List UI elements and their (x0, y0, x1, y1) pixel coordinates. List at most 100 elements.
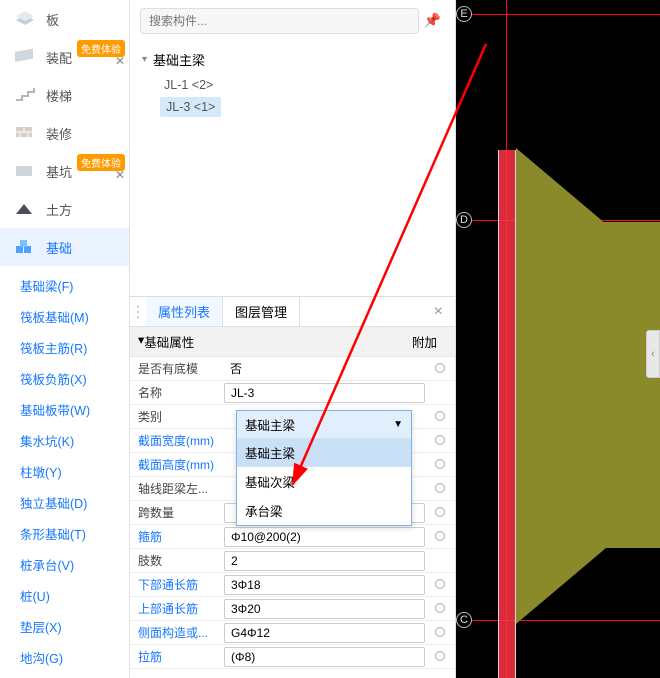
prop-append-radio[interactable] (425, 408, 455, 426)
prop-input[interactable] (224, 647, 425, 667)
close-icon[interactable]: × (422, 303, 455, 321)
beam-element[interactable] (498, 150, 516, 678)
prop-input[interactable] (224, 527, 425, 547)
prop-section-header[interactable]: ▾ 基础属性 附加 (130, 327, 455, 357)
slab-element[interactable] (516, 548, 606, 624)
pin-icon[interactable]: 📌 (424, 12, 441, 29)
sub-item[interactable]: 独立基础(D) (20, 487, 129, 518)
chevron-down-icon: ▼ (393, 419, 403, 430)
panels-icon (14, 48, 36, 66)
tab-layers[interactable]: 图层管理 (223, 297, 300, 326)
prop-input[interactable] (224, 599, 425, 619)
dropdown-option[interactable]: 承台梁 (237, 496, 411, 525)
prop-value-cell (224, 599, 425, 619)
prop-label: 名称 (130, 384, 224, 401)
prop-append-radio[interactable] (425, 648, 455, 666)
cat-label: 楼梯 (46, 86, 72, 105)
dropdown-option[interactable]: 基础主梁 (237, 438, 411, 467)
dropdown-option[interactable]: 基础次梁 (237, 467, 411, 496)
grid-bubble[interactable]: E (456, 6, 472, 22)
cat-item-earth[interactable]: 土方 (0, 190, 129, 228)
cat-item-pit[interactable]: 免费体验 ✕ 基坑 (0, 152, 129, 190)
collapse-handle[interactable]: ‹ (646, 330, 660, 378)
brick-icon (14, 124, 36, 142)
prop-append-radio[interactable] (425, 576, 455, 594)
type-dropdown: 基础主梁▼ 基础主梁 基础次梁 承台梁 (236, 410, 412, 526)
append-column-header: 附加 (412, 332, 447, 351)
prop-input[interactable] (224, 623, 425, 643)
prop-input[interactable] (224, 383, 425, 403)
prop-append-radio[interactable] (425, 504, 455, 522)
prop-input[interactable] (224, 551, 425, 571)
prop-append-radio[interactable] (425, 480, 455, 498)
grid-bubble[interactable]: D (456, 212, 472, 228)
cat-label: 板 (46, 10, 59, 29)
prop-label: 轴线距梁左... (130, 480, 224, 497)
cat-label: 土方 (46, 200, 72, 219)
dropdown-selected[interactable]: 基础主梁▼ (237, 411, 411, 438)
prop-label: 截面宽度(mm) (130, 432, 224, 449)
cat-item-assembly[interactable]: 免费体验 ✕ 装配 (0, 38, 129, 76)
cat-label: 装修 (46, 124, 72, 143)
prop-value-cell (224, 575, 425, 595)
grid-line-h (456, 620, 660, 621)
layers-icon (14, 10, 36, 28)
cat-item-foundation[interactable]: 基础 (0, 228, 129, 266)
sub-item[interactable]: 筏板负筋(X) (20, 363, 129, 394)
sub-item[interactable]: 筏板基础(M) (20, 301, 129, 332)
slab-element[interactable] (516, 222, 660, 548)
sub-item[interactable]: 集水坑(K) (20, 425, 129, 456)
prop-append-radio[interactable] (425, 624, 455, 642)
prop-append-radio[interactable] (425, 432, 455, 450)
sub-item[interactable]: 筏板主筋(R) (20, 332, 129, 363)
cat-label: 基础 (46, 238, 72, 257)
category-sidebar: 板 免费体验 ✕ 装配 楼梯 装修 免费体验 ✕ 基坑 土方 基础 基础梁(F)… (0, 0, 130, 678)
prop-label: 类别 (130, 408, 224, 425)
middle-panel: 📌 基础主梁 JL-1 <2> JL-3 <1> ⋮⋮ 属性列表 图层管理 × … (130, 0, 456, 678)
drag-handle-icon[interactable]: ⋮⋮ (130, 302, 146, 322)
prop-row: 肢数 (130, 549, 455, 573)
prop-label: 截面高度(mm) (130, 456, 224, 473)
prop-append-radio[interactable] (425, 528, 455, 546)
cat-item-board[interactable]: 板 (0, 0, 129, 38)
grid-line-h (456, 14, 660, 15)
drawing-canvas[interactable]: E D C ‹ (456, 0, 660, 678)
sub-item[interactable]: 基础梁(F) (20, 270, 129, 301)
cubes-icon (14, 238, 36, 256)
prop-label: 肢数 (130, 552, 224, 569)
prop-row: 拉筋 (130, 645, 455, 669)
cat-item-stair[interactable]: 楼梯 (0, 76, 129, 114)
prop-append-radio[interactable] (425, 600, 455, 618)
sub-item[interactable]: 条形基础(T) (20, 518, 129, 549)
tree-child-selected[interactable]: JL-3 <1> (160, 97, 221, 117)
prop-row: 箍筋 (130, 525, 455, 549)
sub-item[interactable]: 柱墩(Y) (20, 456, 129, 487)
sub-item[interactable]: 桩承台(V) (20, 549, 129, 580)
prop-row: 下部通长筋 (130, 573, 455, 597)
sub-item[interactable]: 垫层(X) (20, 611, 129, 642)
sub-item[interactable]: 基础板带(W) (20, 394, 129, 425)
prop-value-cell (224, 527, 425, 547)
free-badge: 免费体验 (77, 154, 125, 171)
stair-icon (14, 86, 36, 104)
prop-append-radio[interactable] (425, 456, 455, 474)
prop-row: 侧面构造或... (130, 621, 455, 645)
prop-label: 箍筋 (130, 528, 224, 545)
tree-parent[interactable]: 基础主梁 (142, 46, 455, 73)
sub-item[interactable]: 地沟(G) (20, 642, 129, 673)
grid-bubble[interactable]: C (456, 612, 472, 628)
prop-label: 是否有底模 (130, 360, 224, 377)
slab-element[interactable] (516, 148, 606, 224)
prop-append-radio[interactable] (425, 360, 455, 378)
free-badge: 免费体验 (77, 40, 125, 57)
sub-item[interactable]: 桩(U) (20, 580, 129, 611)
prop-label: 跨数量 (130, 504, 224, 521)
prop-input[interactable] (224, 575, 425, 595)
tree-parent-label: 基础主梁 (153, 50, 205, 69)
cat-item-finish[interactable]: 装修 (0, 114, 129, 152)
tab-properties[interactable]: 属性列表 (146, 297, 223, 326)
search-input[interactable] (140, 8, 419, 34)
prop-label: 侧面构造或... (130, 624, 224, 641)
prop-row: 名称 (130, 381, 455, 405)
tree-child[interactable]: JL-1 <2> (142, 73, 455, 97)
